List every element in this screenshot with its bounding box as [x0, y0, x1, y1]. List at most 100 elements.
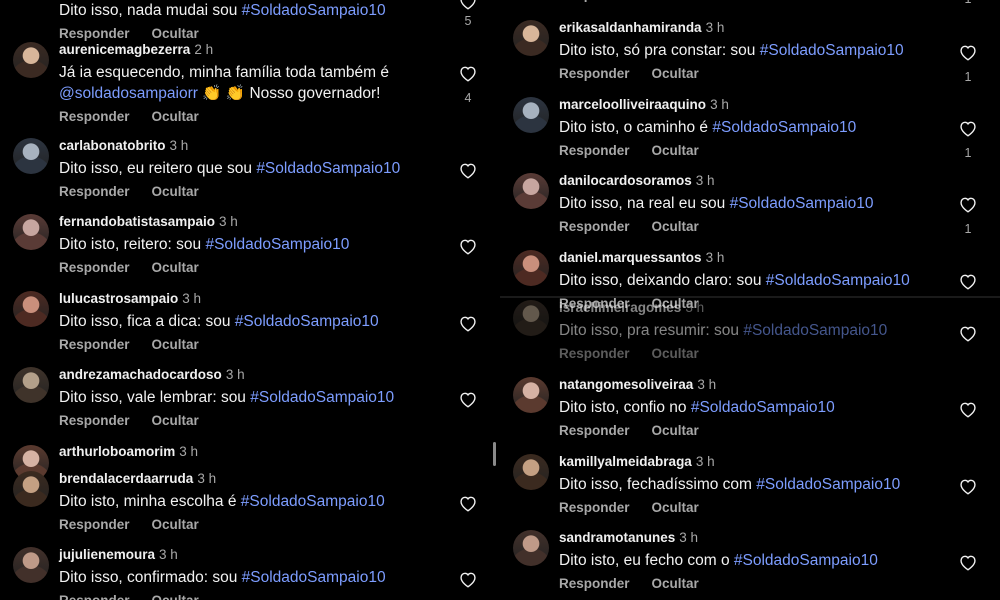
hashtag-link[interactable]: #SoldadoSampaio10: [730, 195, 874, 212]
reply-button[interactable]: Responder: [59, 184, 130, 199]
like-heart-icon[interactable]: [458, 64, 478, 82]
comment-text-segment: Dito isso, confirmado: sou: [59, 569, 242, 586]
like-heart-icon[interactable]: [458, 314, 478, 332]
comment-author[interactable]: andrezamachadocardoso: [59, 367, 222, 382]
scrollbar-handle[interactable]: [493, 442, 496, 466]
comment-time: 3 h: [197, 471, 217, 486]
comment-author-line: danilocardosoramos 3 h: [559, 173, 715, 188]
hide-button[interactable]: Ocultar: [652, 423, 699, 438]
avatar[interactable]: [13, 138, 49, 174]
reply-button[interactable]: Responder: [559, 143, 630, 158]
hide-button[interactable]: Ocultar: [152, 337, 199, 352]
reply-button[interactable]: Responder: [559, 66, 630, 81]
hide-button[interactable]: Ocultar: [652, 576, 699, 591]
avatar[interactable]: [513, 250, 549, 286]
hashtag-link[interactable]: #SoldadoSampaio10: [734, 552, 878, 569]
avatar[interactable]: [13, 291, 49, 327]
reply-button[interactable]: Responder: [59, 109, 130, 124]
avatar[interactable]: [513, 454, 549, 490]
reply-button[interactable]: Responder: [59, 337, 130, 352]
avatar[interactable]: [13, 42, 49, 78]
hide-button[interactable]: Ocultar: [152, 413, 199, 428]
hashtag-link[interactable]: #SoldadoSampaio10: [250, 389, 394, 406]
like-heart-icon[interactable]: [958, 324, 978, 342]
like-heart-icon[interactable]: [458, 570, 478, 588]
hashtag-link[interactable]: #SoldadoSampaio10: [712, 119, 856, 136]
reply-button[interactable]: Responder: [559, 346, 630, 361]
avatar[interactable]: [13, 367, 49, 403]
comment-author[interactable]: danilocardosoramos: [559, 173, 692, 188]
hashtag-link[interactable]: #SoldadoSampaio10: [691, 399, 835, 416]
reply-button[interactable]: Responder: [59, 593, 130, 600]
hashtag-link[interactable]: #SoldadoSampaio10: [766, 272, 910, 289]
hide-button[interactable]: Ocultar: [152, 26, 199, 41]
reply-button[interactable]: Responder: [59, 26, 130, 41]
avatar[interactable]: [513, 20, 549, 56]
comment-author[interactable]: fernandobatistasampaio: [59, 214, 215, 229]
hide-button[interactable]: Ocultar: [652, 500, 699, 515]
like-heart-icon[interactable]: [958, 477, 978, 495]
hide-button[interactable]: Ocultar: [152, 184, 199, 199]
comment-author[interactable]: marceloolliveiraaquino: [559, 97, 706, 112]
comment-author[interactable]: natangomesoliveiraa: [559, 377, 693, 392]
hide-button[interactable]: Ocultar: [652, 143, 699, 158]
like-heart-icon[interactable]: [458, 237, 478, 255]
hide-button[interactable]: Ocultar: [652, 66, 699, 81]
comment-author[interactable]: sandramotanunes: [559, 530, 675, 545]
hashtag-link[interactable]: #SoldadoSampaio10: [756, 476, 900, 493]
hide-button[interactable]: Ocultar: [152, 517, 199, 532]
comment-text: Dito isto, minha escolha é #SoldadoSampa…: [59, 491, 385, 512]
avatar[interactable]: [13, 471, 49, 507]
hashtag-link[interactable]: #SoldadoSampaio10: [241, 493, 385, 510]
reply-button[interactable]: Responder: [59, 413, 130, 428]
hide-button[interactable]: Ocultar: [152, 593, 199, 600]
comment-author[interactable]: brendalacerdaarruda: [59, 471, 193, 486]
like-heart-icon[interactable]: [458, 0, 478, 10]
hide-button[interactable]: Ocultar: [152, 260, 199, 275]
avatar[interactable]: [513, 173, 549, 209]
hashtag-link[interactable]: #SoldadoSampaio10: [242, 2, 386, 19]
comment-author[interactable]: daniel.marquessantos: [559, 250, 702, 265]
reply-button[interactable]: Responder: [59, 517, 130, 532]
like-heart-icon[interactable]: [958, 553, 978, 571]
hashtag-link[interactable]: #SoldadoSampaio10: [256, 160, 400, 177]
hide-button[interactable]: Ocultar: [152, 109, 199, 124]
reply-button[interactable]: Responder: [559, 576, 630, 591]
hashtag-link[interactable]: #SoldadoSampaio10: [760, 42, 904, 59]
hide-button[interactable]: Ocultar: [652, 346, 699, 361]
avatar[interactable]: [513, 300, 549, 336]
hide-button[interactable]: Ocultar: [652, 219, 699, 234]
like-heart-icon[interactable]: [958, 43, 978, 61]
avatar[interactable]: [13, 214, 49, 250]
hashtag-link[interactable]: @soldadosampaiorr: [59, 85, 198, 102]
avatar[interactable]: [513, 97, 549, 133]
hashtag-link[interactable]: #SoldadoSampaio10: [235, 313, 379, 330]
hashtag-link[interactable]: #SoldadoSampaio10: [743, 322, 887, 339]
avatar[interactable]: [513, 530, 549, 566]
comment-author[interactable]: jujulienemoura: [59, 547, 155, 562]
reply-button[interactable]: Responder: [59, 260, 130, 275]
avatar[interactable]: [13, 547, 49, 583]
comment-author[interactable]: carlabonatobrito: [59, 138, 166, 153]
hashtag-link[interactable]: #SoldadoSampaio10: [205, 236, 349, 253]
like-heart-icon[interactable]: [958, 272, 978, 290]
like-heart-icon[interactable]: [958, 119, 978, 137]
like-heart-icon[interactable]: [958, 400, 978, 418]
like-heart-icon[interactable]: [458, 390, 478, 408]
comment-author[interactable]: arthurloboamorim: [59, 444, 175, 459]
like-heart-icon[interactable]: [458, 494, 478, 512]
reply-button[interactable]: Responder: [559, 219, 630, 234]
comment-author[interactable]: kamillyalmeidabraga: [559, 454, 692, 469]
reply-button[interactable]: Responder: [559, 0, 630, 2]
like-heart-icon[interactable]: [958, 195, 978, 213]
like-heart-icon[interactable]: [458, 161, 478, 179]
hashtag-link[interactable]: #SoldadoSampaio10: [242, 569, 386, 586]
comment-author[interactable]: aurenicemagbezerra: [59, 42, 190, 57]
reply-button[interactable]: Responder: [559, 500, 630, 515]
avatar[interactable]: [513, 377, 549, 413]
hide-button[interactable]: Ocultar: [652, 0, 699, 2]
reply-button[interactable]: Responder: [559, 423, 630, 438]
comment-author[interactable]: israellimeiragomes: [559, 300, 681, 315]
comment-author[interactable]: lulucastrosampaio: [59, 291, 178, 306]
comment-author[interactable]: erikasaldanhamiranda: [559, 20, 702, 35]
